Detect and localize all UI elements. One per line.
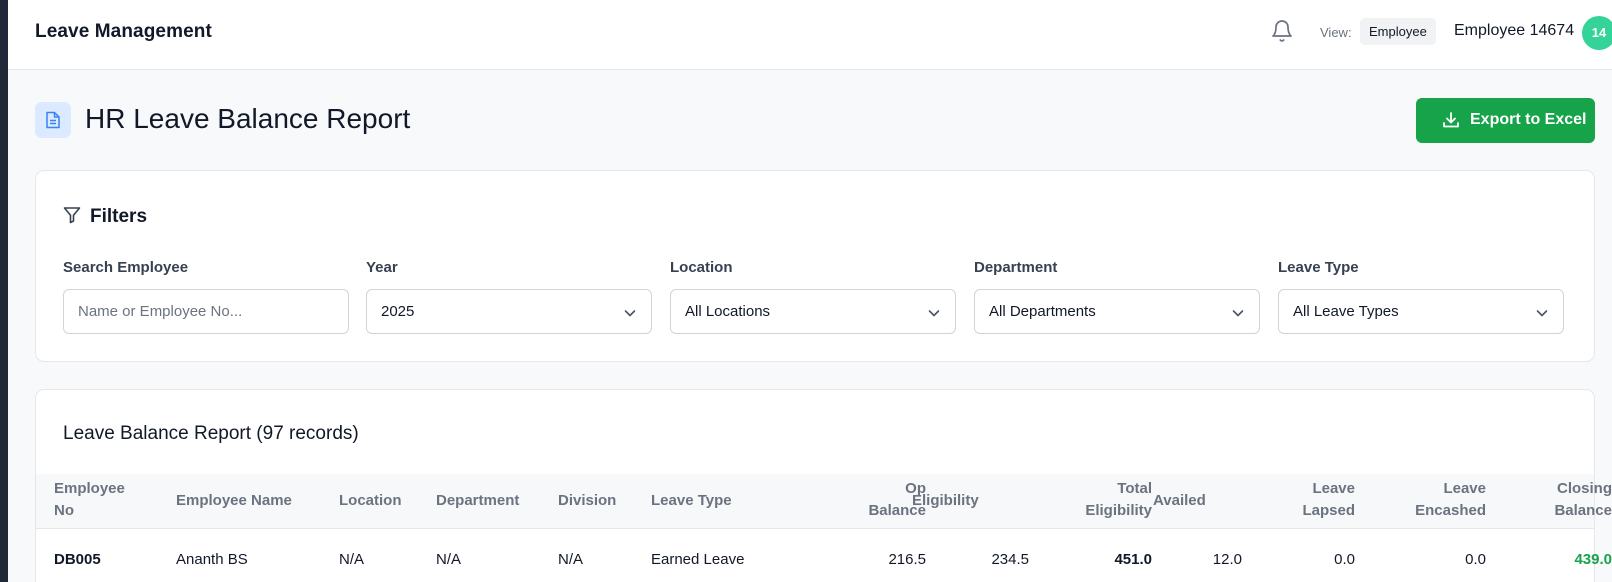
col-division-header[interactable]: Division bbox=[558, 490, 616, 512]
chevron-down-icon bbox=[1232, 310, 1244, 317]
cell-division: N/A bbox=[558, 551, 584, 568]
search-employee-placeholder: Name or Employee No... bbox=[78, 303, 243, 320]
location-select[interactable]: All Locations bbox=[670, 289, 956, 334]
view-selector[interactable]: Employee bbox=[1360, 18, 1436, 45]
chevron-down-icon bbox=[624, 310, 636, 317]
col-op-balance-header[interactable]: Op Balance bbox=[806, 478, 926, 522]
department-label: Department bbox=[974, 259, 1058, 276]
department-select[interactable]: All Departments bbox=[974, 289, 1260, 334]
header-line: Leave bbox=[1312, 480, 1355, 497]
cell-leave-lapsed: 0.0 bbox=[1334, 551, 1355, 568]
cell-leave-encashed: 0.0 bbox=[1465, 551, 1486, 568]
cell-employee-name: Ananth BS bbox=[176, 551, 248, 568]
year-value: 2025 bbox=[381, 303, 415, 320]
cell-op-balance: 216.5 bbox=[888, 551, 926, 568]
cell-department: N/A bbox=[436, 551, 462, 568]
header-line: Leave bbox=[1443, 480, 1486, 497]
chevron-down-icon bbox=[1536, 310, 1548, 317]
table-header: Employee No Employee Name Location Depar… bbox=[36, 474, 1612, 529]
chevron-down-icon bbox=[928, 310, 940, 317]
header-line: Total bbox=[1117, 480, 1152, 497]
col-employee-no-header[interactable]: Employee No bbox=[54, 478, 125, 522]
year-label: Year bbox=[366, 259, 398, 276]
header-line: Op bbox=[905, 480, 926, 497]
col-eligibility-header[interactable]: Eligibility bbox=[912, 490, 979, 512]
leave-type-label: Leave Type bbox=[1278, 259, 1359, 276]
cell-employee-no: DB005 bbox=[54, 551, 101, 568]
cell-closing-balance: 439.0 bbox=[1574, 551, 1612, 568]
table-row[interactable]: DB005 Ananth BS N/A N/A N/A Earned Leave… bbox=[36, 529, 1612, 582]
filters-card: Filters Search Employee Name or Employee… bbox=[35, 170, 1595, 362]
header-line: Balance bbox=[868, 502, 926, 519]
col-leave-encashed-header[interactable]: Leave Encashed bbox=[1366, 478, 1486, 522]
header-line: Balance bbox=[1554, 502, 1612, 519]
location-label: Location bbox=[670, 259, 733, 276]
left-edge-strip bbox=[0, 0, 8, 582]
col-leave-lapsed-header[interactable]: Leave Lapsed bbox=[1236, 478, 1355, 522]
col-location-header[interactable]: Location bbox=[339, 490, 402, 512]
report-title: Leave Balance Report (97 records) bbox=[63, 423, 359, 444]
user-name[interactable]: Employee 14674 bbox=[1454, 22, 1574, 40]
filter-icon bbox=[63, 207, 81, 224]
year-select[interactable]: 2025 bbox=[366, 289, 652, 334]
download-icon bbox=[1443, 112, 1459, 128]
bell-icon[interactable] bbox=[1270, 19, 1294, 43]
header-line: Employee bbox=[54, 480, 125, 497]
page-title: HR Leave Balance Report bbox=[85, 103, 411, 134]
cell-availed: 12.0 bbox=[1212, 551, 1242, 568]
top-bar: Leave Management View: Employee Employee… bbox=[8, 0, 1612, 70]
col-availed-header[interactable]: Availed bbox=[1153, 490, 1206, 512]
cell-total-eligibility: 451.0 bbox=[1114, 551, 1152, 568]
location-value: All Locations bbox=[685, 303, 771, 320]
filters-title: Filters bbox=[90, 206, 148, 227]
search-employee-label: Search Employee bbox=[63, 259, 189, 276]
cell-eligibility: 234.5 bbox=[991, 551, 1029, 568]
export-to-excel-button[interactable]: Export to Excel bbox=[1416, 98, 1595, 143]
view-label: View: bbox=[1320, 25, 1352, 40]
col-department-header[interactable]: Department bbox=[436, 490, 519, 512]
leave-type-value: All Leave Types bbox=[1293, 303, 1399, 320]
app-title: Leave Management bbox=[35, 21, 212, 42]
cell-leave-type: Earned Leave bbox=[651, 551, 745, 568]
department-value: All Departments bbox=[989, 303, 1096, 320]
cell-location: N/A bbox=[339, 551, 365, 568]
header-line: Closing bbox=[1557, 480, 1612, 497]
col-total-eligibility-header[interactable]: Total Eligibility bbox=[1026, 478, 1152, 522]
col-employee-name-header[interactable]: Employee Name bbox=[176, 490, 292, 512]
header-line: Lapsed bbox=[1302, 502, 1355, 519]
search-employee-input[interactable]: Name or Employee No... bbox=[63, 289, 349, 334]
export-button-label: Export to Excel bbox=[1470, 111, 1587, 128]
header-line: Eligibility bbox=[1085, 502, 1152, 519]
col-leave-type-header[interactable]: Leave Type bbox=[651, 490, 732, 512]
avatar[interactable]: 14 bbox=[1582, 16, 1612, 50]
document-icon bbox=[35, 102, 71, 138]
header-line: No bbox=[54, 502, 74, 519]
report-card: Leave Balance Report (97 records) Employ… bbox=[35, 389, 1612, 582]
leave-type-select[interactable]: All Leave Types bbox=[1278, 289, 1564, 334]
header-line: Encashed bbox=[1415, 502, 1486, 519]
col-closing-balance-header[interactable]: Closing Balance bbox=[1496, 478, 1612, 522]
